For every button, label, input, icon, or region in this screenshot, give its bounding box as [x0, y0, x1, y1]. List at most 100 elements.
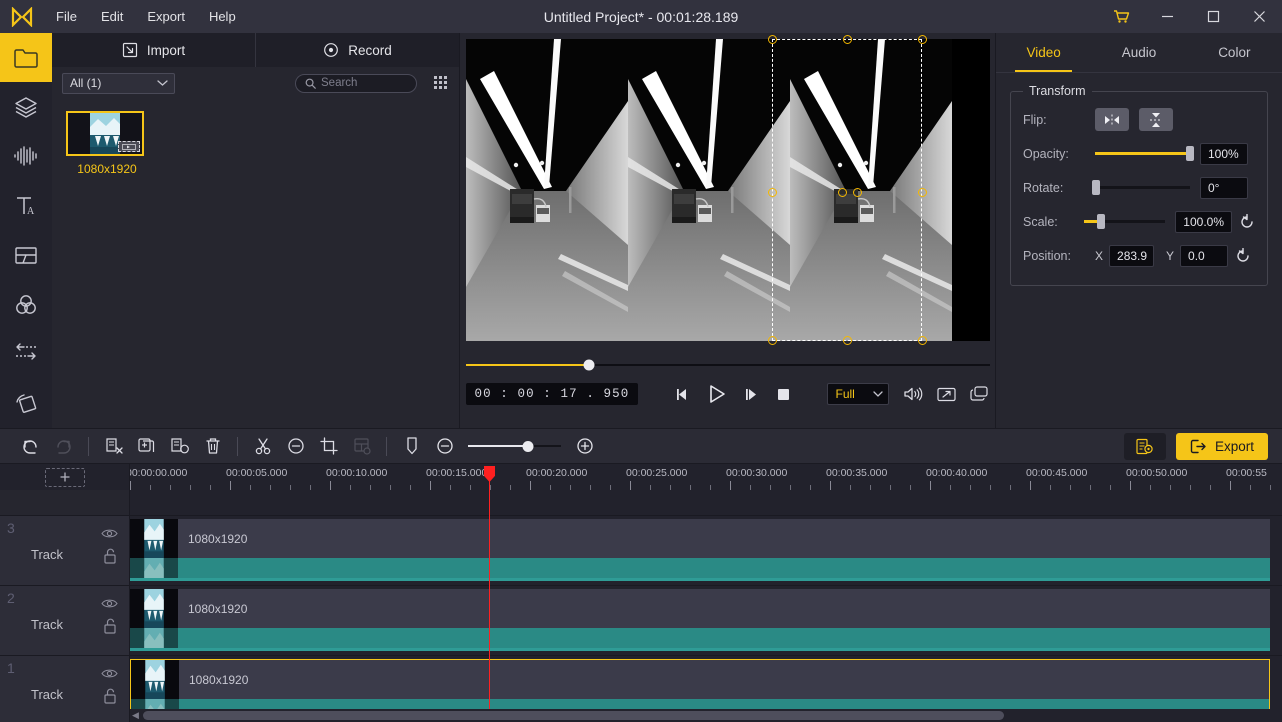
preview-canvas[interactable]: [465, 35, 990, 345]
redo-button[interactable]: [47, 431, 80, 461]
scroll-left-icon[interactable]: ◀: [132, 710, 139, 721]
opacity-slider[interactable]: [1095, 146, 1194, 161]
timeline-clip[interactable]: 1080x1920: [130, 519, 1270, 581]
split-delete-button[interactable]: [97, 431, 130, 461]
timeline-zoom-slider[interactable]: [468, 439, 561, 453]
tab-audio[interactable]: Audio: [1091, 33, 1186, 72]
unlock-icon[interactable]: [103, 618, 117, 634]
scale-slider-handle[interactable]: [1096, 214, 1105, 229]
opacity-value-field[interactable]: 100%: [1200, 142, 1248, 165]
rail-item-transitions[interactable]: [0, 329, 52, 378]
unlock-icon[interactable]: [103, 548, 117, 564]
track-lane[interactable]: 1080x1920: [130, 586, 1282, 655]
menu-item-edit[interactable]: Edit: [89, 5, 135, 28]
search-input[interactable]: [321, 77, 403, 89]
maximize-icon[interactable]: [1190, 0, 1236, 33]
track-header[interactable]: 1 Track: [0, 656, 130, 722]
tab-video[interactable]: Video: [996, 33, 1091, 72]
media-filter-select[interactable]: All (1): [62, 72, 175, 94]
play-icon[interactable]: [707, 384, 727, 404]
selection-handle-br[interactable]: [917, 336, 927, 345]
rail-item-media[interactable]: [0, 33, 52, 83]
opacity-slider-handle[interactable]: [1186, 146, 1194, 161]
remove-button[interactable]: [279, 431, 312, 461]
timeline-clip[interactable]: 1080x1920: [130, 589, 1270, 651]
media-item[interactable]: 1080x1920: [66, 111, 146, 176]
track-header[interactable]: 2 Track: [0, 586, 130, 655]
minimize-icon[interactable]: [1144, 0, 1190, 33]
rotate-slider[interactable]: [1092, 180, 1190, 195]
seek-handle[interactable]: [583, 359, 595, 371]
selection-handle-bl[interactable]: [767, 336, 777, 345]
rotate-value-field[interactable]: 0°: [1200, 176, 1248, 199]
selection-handle-ml[interactable]: [767, 188, 777, 197]
crop-button[interactable]: [312, 431, 345, 461]
eye-icon[interactable]: [101, 528, 118, 539]
timeline-hscrollbar[interactable]: ◀: [130, 709, 1282, 722]
media-search-box[interactable]: [295, 73, 417, 93]
playhead[interactable]: [484, 466, 495, 709]
mask-button[interactable]: [345, 431, 378, 461]
current-timecode[interactable]: 00 : 00 : 17 . 950: [465, 383, 639, 405]
volume-icon[interactable]: [903, 386, 923, 402]
flip-horizontal-button[interactable]: [1095, 108, 1129, 131]
selection-handle-tm[interactable]: [842, 35, 852, 44]
track-header[interactable]: 3 Track: [0, 516, 130, 585]
previous-frame-icon[interactable]: [674, 387, 691, 402]
selection-handle-tr[interactable]: [917, 35, 927, 44]
menu-item-export[interactable]: Export: [135, 5, 197, 28]
rail-item-filters[interactable]: [0, 280, 52, 329]
menu-item-file[interactable]: File: [44, 5, 89, 28]
fullscreen-icon[interactable]: [937, 387, 957, 402]
seek-bar[interactable]: [465, 358, 990, 372]
rail-item-stickers[interactable]: [0, 82, 52, 131]
selection-handle-tl[interactable]: [767, 35, 777, 44]
scale-value-field[interactable]: 100.0%: [1175, 210, 1232, 233]
rail-item-text[interactable]: A: [0, 181, 52, 230]
tab-record[interactable]: Record: [255, 33, 459, 67]
zoom-out-button[interactable]: [428, 431, 461, 461]
position-reset-icon[interactable]: [1235, 247, 1251, 264]
selection-handle-mr[interactable]: [917, 188, 927, 197]
marker-button[interactable]: [395, 431, 428, 461]
add-track-button[interactable]: [44, 467, 85, 487]
position-y-field[interactable]: 0.0: [1180, 244, 1229, 267]
media-thumbnail[interactable]: [66, 111, 144, 156]
zoom-in-button[interactable]: [568, 431, 601, 461]
selection-handle-bm[interactable]: [842, 336, 852, 345]
timeline-hscrollbar-thumb[interactable]: [142, 711, 1004, 720]
render-settings-button[interactable]: [1123, 432, 1166, 460]
position-x-field[interactable]: 283.9: [1109, 244, 1155, 267]
rotate-slider-handle[interactable]: [1092, 180, 1100, 195]
timeline-ruler[interactable]: 00:00:00.000 00:00:05.000 00:00:10.000 00:0…: [130, 464, 1282, 490]
flip-vertical-button[interactable]: [1139, 108, 1173, 131]
scale-slider[interactable]: [1084, 214, 1166, 229]
eye-icon[interactable]: [101, 598, 118, 609]
rail-item-audio[interactable]: [0, 132, 52, 181]
tab-import[interactable]: Import: [52, 33, 255, 67]
tab-color[interactable]: Color: [1187, 33, 1282, 72]
undo-button[interactable]: [14, 431, 47, 461]
unlock-icon[interactable]: [103, 688, 117, 704]
track-lane[interactable]: 1080x1920: [130, 516, 1282, 585]
preview-quality-select[interactable]: Full: [827, 383, 890, 405]
selection-handle-center-b[interactable]: [852, 188, 862, 197]
scale-reset-icon[interactable]: [1239, 213, 1255, 230]
snapshot-icon[interactable]: [970, 386, 989, 402]
next-frame-icon[interactable]: [743, 387, 760, 402]
grid-view-icon[interactable]: [434, 75, 449, 91]
delete-button[interactable]: [196, 431, 229, 461]
stop-icon[interactable]: [776, 387, 791, 402]
rail-item-split-screen[interactable]: [0, 231, 52, 280]
menu-item-help[interactable]: Help: [197, 5, 248, 28]
close-icon[interactable]: [1236, 0, 1282, 33]
duplicate-button[interactable]: [130, 431, 163, 461]
eye-icon[interactable]: [101, 668, 118, 679]
seek-track[interactable]: [465, 359, 990, 371]
cart-icon[interactable]: [1098, 0, 1144, 33]
rail-item-effects[interactable]: [0, 379, 52, 428]
timeline-zoom-handle[interactable]: [522, 440, 534, 452]
split-clip-button[interactable]: [163, 431, 196, 461]
selection-handle-center-a[interactable]: [837, 188, 847, 197]
export-button[interactable]: Export: [1175, 432, 1268, 460]
